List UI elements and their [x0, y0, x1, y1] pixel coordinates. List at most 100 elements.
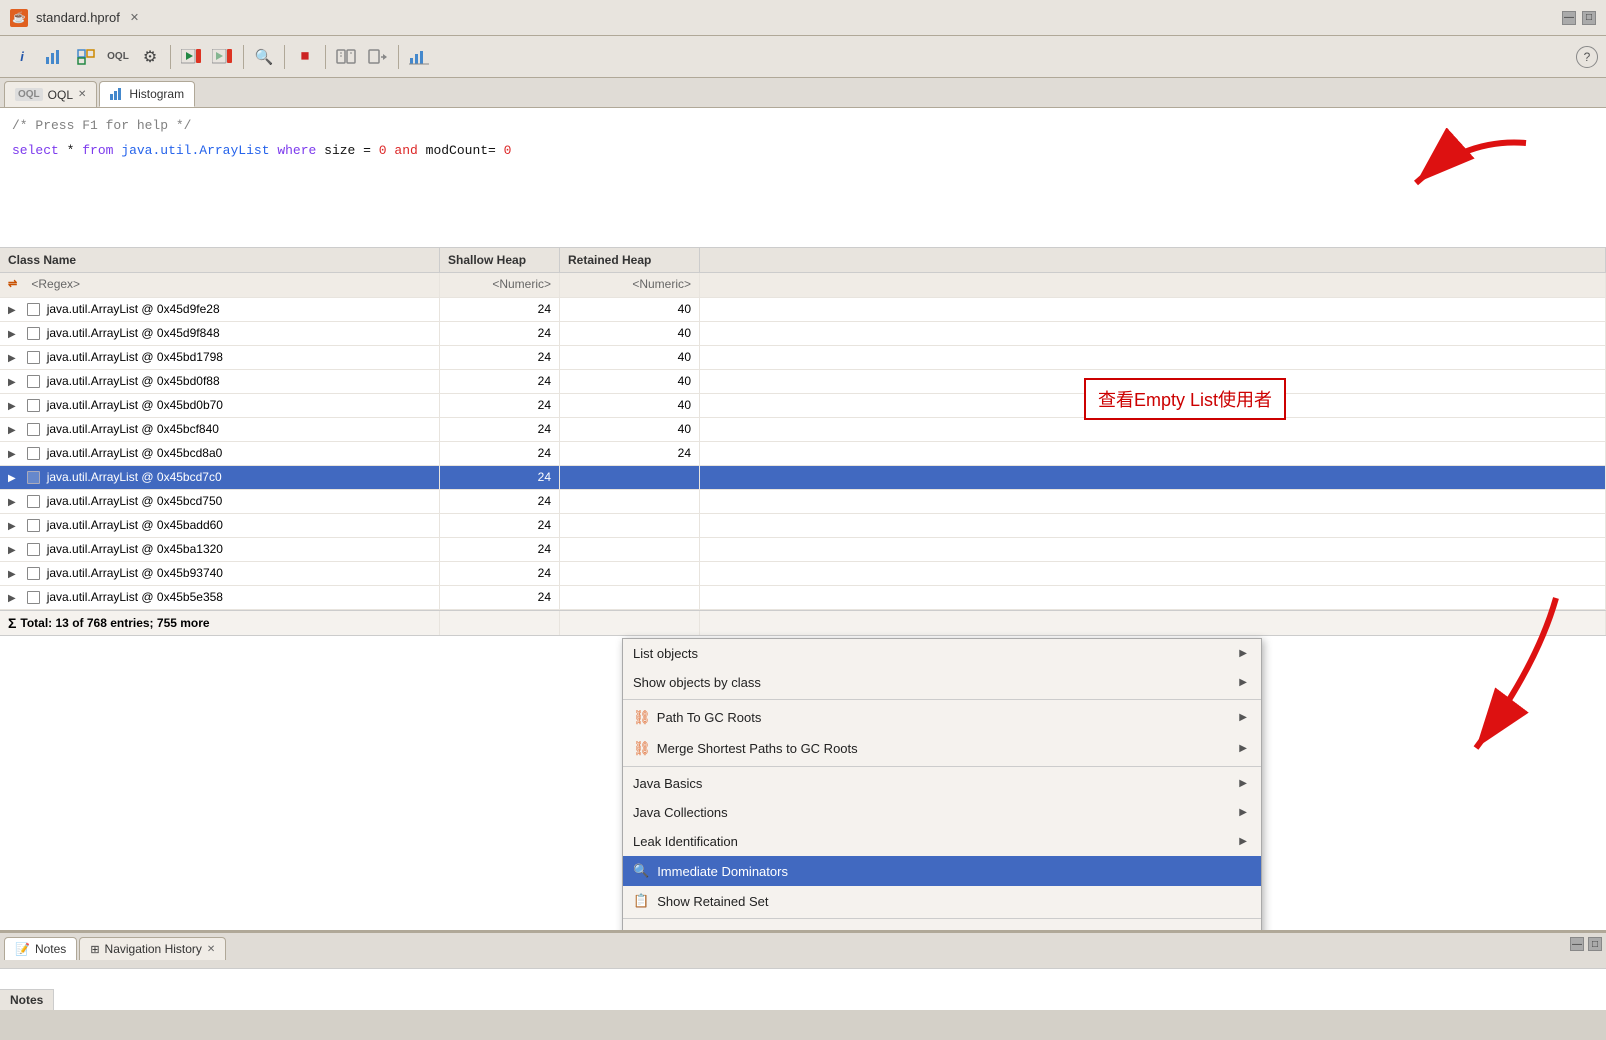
nav-history-close[interactable]: ✕: [207, 944, 215, 955]
immediate-dom-icon: 🔍: [633, 863, 649, 879]
main-content: OQL OQL ✕ Histogram /* Press F1 for help…: [0, 78, 1606, 1010]
search-button[interactable]: 🔍: [250, 43, 278, 71]
expand-icon[interactable]: ▶: [8, 545, 20, 557]
filter-retained[interactable]: <Numeric>: [560, 273, 700, 297]
table-row[interactable]: ▶ java.util.ArrayList @ 0x45bd0b70 24 40: [0, 394, 1606, 418]
expand-icon[interactable]: ▶: [8, 473, 20, 485]
context-menu-show-retained[interactable]: 📋 Show Retained Set: [623, 886, 1261, 916]
maximize-button[interactable]: □: [1582, 11, 1596, 25]
run-button[interactable]: [177, 43, 205, 71]
table-row[interactable]: ▶ java.util.ArrayList @ 0x45badd60 24: [0, 514, 1606, 538]
table-row[interactable]: ▶ java.util.ArrayList @ 0x45b93740 24: [0, 562, 1606, 586]
table-row-selected[interactable]: ▶ java.util.ArrayList @ 0x45bcd7c0 24: [0, 466, 1606, 490]
expand-icon[interactable]: ▶: [8, 401, 20, 413]
bottom-panel: 📝 Notes ⊞ Navigation History ✕ — □ Notes: [0, 930, 1606, 1010]
file-icon: [27, 519, 40, 532]
context-menu-leak-id[interactable]: Leak Identification ▶: [623, 827, 1261, 856]
table-row[interactable]: ▶ java.util.ArrayList @ 0x45d9fe28 24 40: [0, 298, 1606, 322]
submenu-arrow: ▶: [1239, 712, 1247, 723]
settings-button[interactable]: ⚙: [136, 43, 164, 71]
histogram-button[interactable]: [40, 43, 68, 71]
debug-button[interactable]: [209, 43, 237, 71]
table-row[interactable]: ▶ java.util.ArrayList @ 0x45b5e358 24: [0, 586, 1606, 610]
tab-close-title[interactable]: ✕: [130, 11, 139, 24]
notes-icon: 📝: [15, 942, 30, 956]
table-row[interactable]: ▶ java.util.ArrayList @ 0x45bd1798 24 40: [0, 346, 1606, 370]
editor-comment: /* Press F1 for help */: [12, 116, 1594, 137]
filter-shallow[interactable]: <Numeric>: [440, 273, 560, 297]
tab-histogram-label: Histogram: [129, 87, 184, 101]
tab-oql[interactable]: OQL OQL ✕: [4, 81, 97, 107]
file-icon: [27, 351, 40, 364]
info-button[interactable]: i: [8, 43, 36, 71]
expand-icon[interactable]: ▶: [8, 425, 20, 437]
expand-icon[interactable]: ▶: [8, 353, 20, 365]
file-icon: [27, 399, 40, 412]
submenu-arrow: ▶: [1239, 807, 1247, 818]
expand-icon[interactable]: ▶: [8, 593, 20, 605]
editor-tab-bar: OQL OQL ✕ Histogram: [0, 78, 1606, 108]
submenu-arrow: ▶: [1239, 743, 1247, 754]
context-menu-path-gc[interactable]: ⛓ Path To GC Roots ▶: [623, 702, 1261, 733]
table-row[interactable]: ▶ java.util.ArrayList @ 0x45bcd750 24: [0, 490, 1606, 514]
context-menu-merge-paths[interactable]: ⛓ Merge Shortest Paths to GC Roots ▶: [623, 733, 1261, 764]
window-controls: — □: [1562, 11, 1596, 25]
col-shallow-heap: Shallow Heap: [440, 248, 560, 272]
table-row[interactable]: ▶ java.util.ArrayList @ 0x45d9f848 24 40: [0, 322, 1606, 346]
class-browser-button[interactable]: [72, 43, 100, 71]
filter-class[interactable]: ⇌ <Regex>: [0, 273, 440, 297]
expand-icon[interactable]: ▶: [8, 449, 20, 461]
minimize-button[interactable]: —: [1562, 11, 1576, 25]
tab-oql-label: OQL: [48, 88, 73, 102]
toolbar-sep-3: [284, 45, 285, 69]
merge-icon: ⛓: [633, 740, 651, 757]
context-menu-java-basics[interactable]: Java Basics ▶: [623, 769, 1261, 798]
expand-icon[interactable]: ▶: [8, 329, 20, 341]
table-row[interactable]: ▶ java.util.ArrayList @ 0x45bcf840 24 40: [0, 418, 1606, 442]
tab-notes[interactable]: 📝 Notes: [4, 937, 77, 960]
title-bar: ☕ standard.hprof ✕ — □: [0, 0, 1606, 36]
table-row[interactable]: ▶ java.util.ArrayList @ 0x45ba1320 24: [0, 538, 1606, 562]
expand-icon[interactable]: ▶: [8, 497, 20, 509]
bottom-maximize-btn[interactable]: □: [1588, 937, 1602, 951]
file-icon: [27, 327, 40, 340]
context-menu: List objects ▶ Show objects by class ▶ ⛓…: [622, 638, 1262, 930]
tab-oql-close[interactable]: ✕: [78, 89, 86, 100]
toolbar-sep-1: [170, 45, 171, 69]
bottom-tab-controls: — □: [1570, 937, 1602, 951]
expand-icon[interactable]: ▶: [8, 305, 20, 317]
oql-button[interactable]: OQL: [104, 43, 132, 71]
export-button[interactable]: [364, 43, 392, 71]
editor-area[interactable]: /* Press F1 for help */ select * from ja…: [0, 108, 1606, 248]
path-gc-icon: ⛓: [633, 709, 651, 726]
bottom-tab-bar: 📝 Notes ⊞ Navigation History ✕ — □: [0, 932, 1606, 968]
table-row[interactable]: ▶ java.util.ArrayList @ 0x45bd0f88 24 40: [0, 370, 1606, 394]
tab-histogram[interactable]: Histogram: [99, 81, 195, 107]
notes-label: Notes: [0, 989, 54, 1010]
context-menu-immediate-dom[interactable]: 🔍 Immediate Dominators: [623, 856, 1261, 886]
expand-icon[interactable]: ▶: [8, 521, 20, 533]
help-button[interactable]: ?: [1576, 46, 1598, 68]
col-class-name: Class Name: [0, 248, 440, 272]
context-menu-sep-3: [623, 918, 1261, 919]
histogram-tab-icon: [110, 88, 124, 100]
context-menu-copy[interactable]: Copy ▶: [623, 921, 1261, 930]
tab-nav-history[interactable]: ⊞ Navigation History ✕: [79, 937, 226, 960]
filter-extra: [700, 273, 1606, 297]
bottom-minimize-btn[interactable]: —: [1570, 937, 1584, 951]
context-menu-java-collections[interactable]: Java Collections ▶: [623, 798, 1261, 827]
context-menu-show-objects[interactable]: Show objects by class ▶: [623, 668, 1261, 697]
retained-set-icon: 📋: [633, 893, 649, 909]
context-menu-sep-2: [623, 766, 1261, 767]
col-extra: [700, 248, 1606, 272]
context-menu-list-objects[interactable]: List objects ▶: [623, 639, 1261, 668]
chart-button[interactable]: [405, 43, 433, 71]
filter-row: ⇌ <Regex> <Numeric> <Numeric>: [0, 273, 1606, 298]
app-icon: ☕: [10, 9, 28, 27]
stop-button[interactable]: ⏹: [291, 43, 319, 71]
expand-icon[interactable]: ▶: [8, 569, 20, 581]
expand-icon[interactable]: ▶: [8, 377, 20, 389]
compare-button[interactable]: [332, 43, 360, 71]
file-icon: [27, 567, 40, 580]
table-row[interactable]: ▶ java.util.ArrayList @ 0x45bcd8a0 24 24: [0, 442, 1606, 466]
